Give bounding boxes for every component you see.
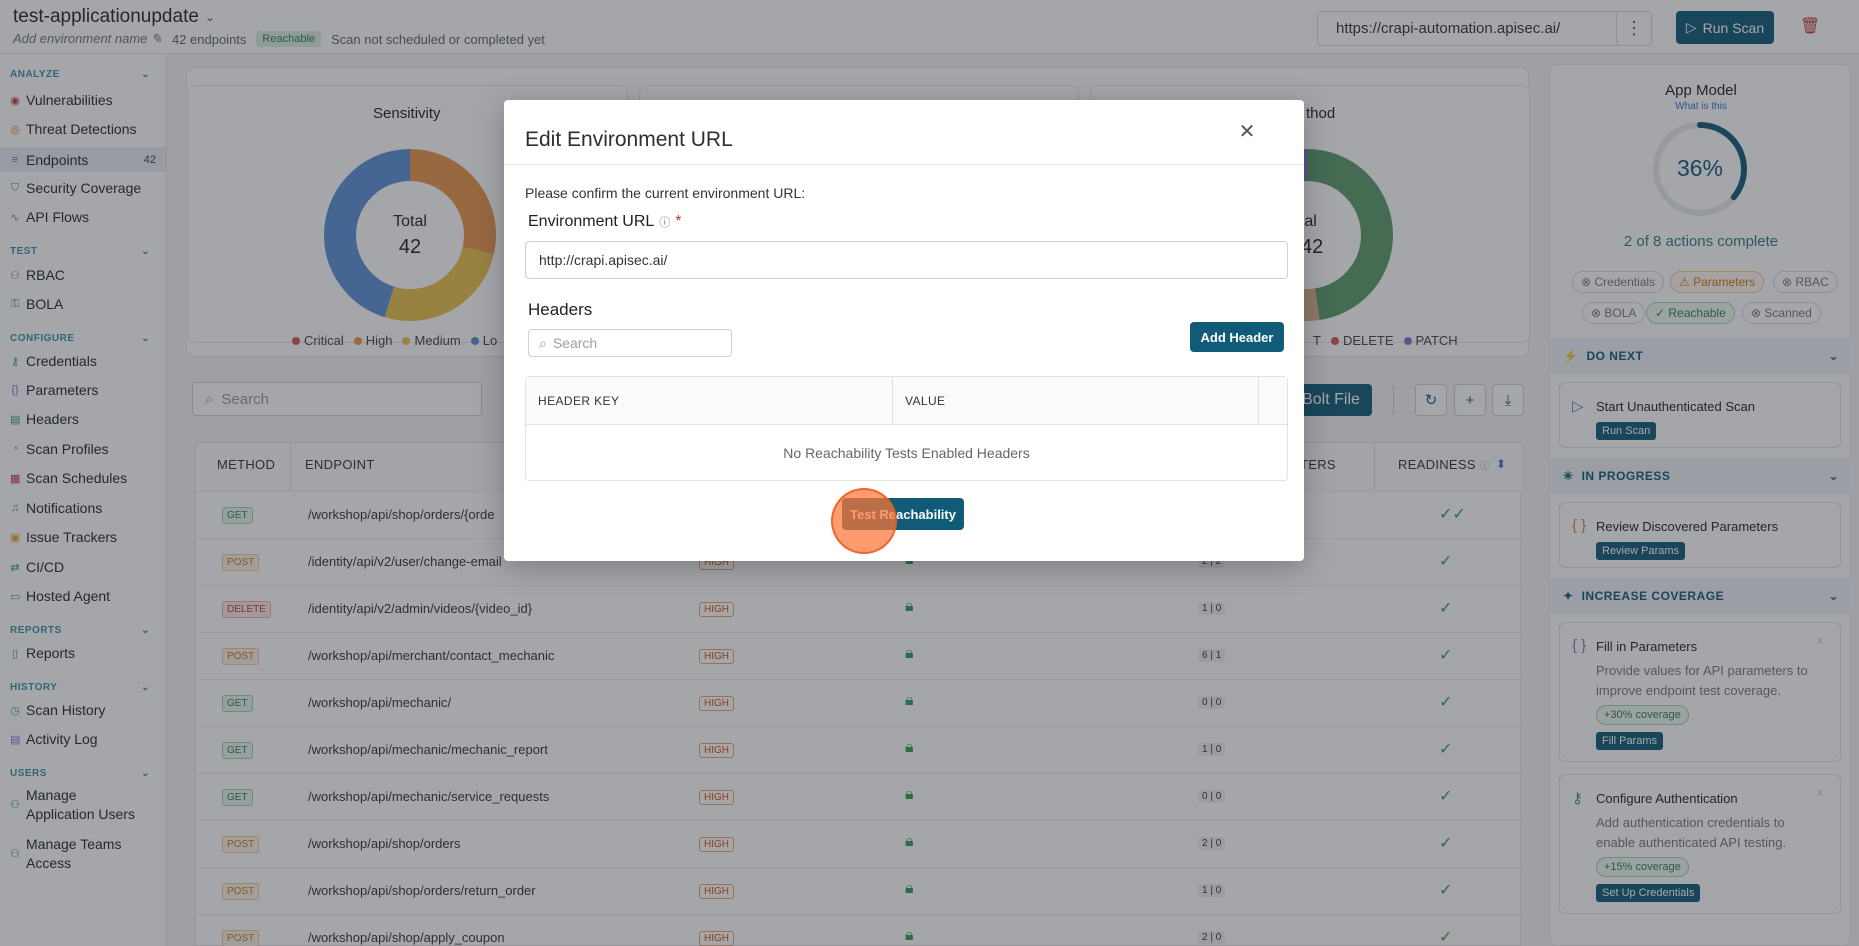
headers-table: HEADER KEY VALUE No Reachability Tests E…	[525, 376, 1288, 481]
col-value: VALUE	[893, 377, 1259, 425]
search-icon: ⌕	[539, 334, 547, 351]
close-icon[interactable]: ✕	[1234, 118, 1260, 144]
divider	[504, 164, 1304, 165]
dialog-title: Edit Environment URL	[525, 128, 733, 151]
col-actions	[1259, 377, 1287, 425]
url-label: Environment URL ⓘ *	[528, 213, 682, 230]
headers-search-input[interactable]: ⌕ Search	[528, 329, 732, 357]
headers-title: Headers	[528, 300, 593, 319]
col-header-key: HEADER KEY	[526, 377, 893, 425]
confirm-text: Please confirm the current environment U…	[525, 185, 806, 201]
click-indicator	[831, 488, 897, 554]
environment-url-input[interactable]: http://crapi.apisec.ai/	[525, 241, 1288, 279]
required-marker: *	[675, 213, 682, 230]
empty-state: No Reachability Tests Enabled Headers	[783, 445, 1030, 461]
info-icon[interactable]: ⓘ	[659, 214, 670, 230]
add-header-button[interactable]: Add Header	[1190, 322, 1284, 352]
edit-environment-url-dialog: Edit Environment URL ✕ Please confirm th…	[504, 100, 1304, 561]
